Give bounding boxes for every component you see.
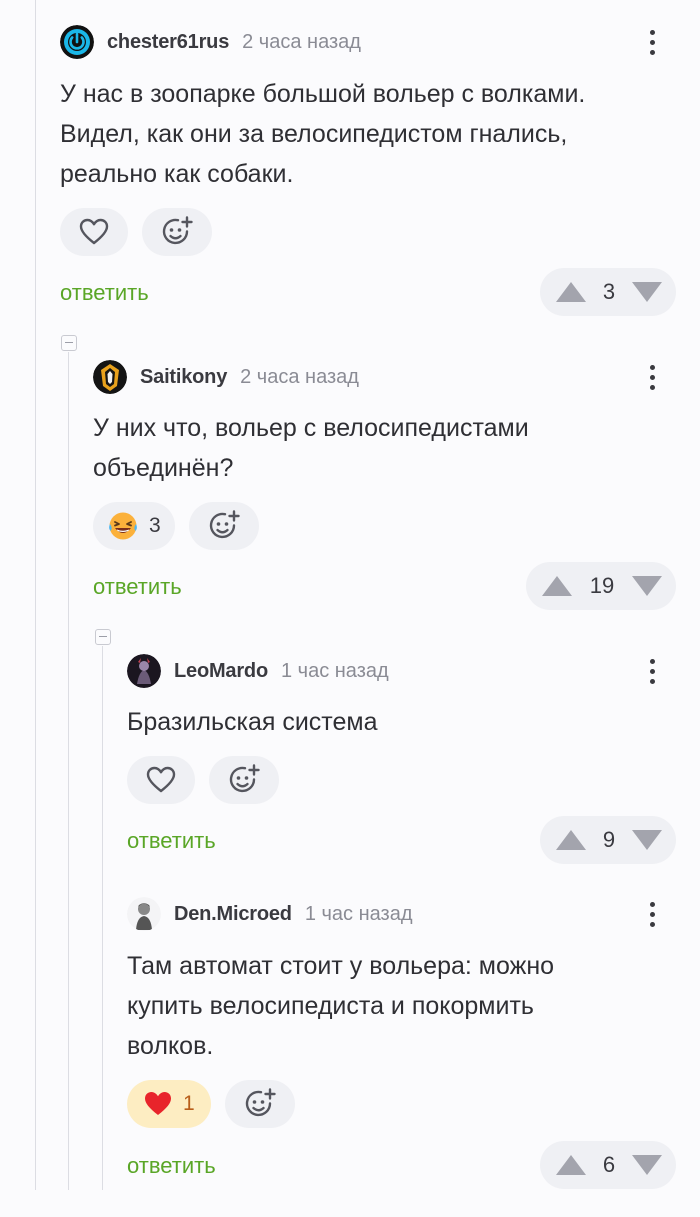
like-button[interactable]: 1 — [127, 1080, 211, 1128]
username[interactable]: Den.Microed — [174, 903, 292, 926]
heart-filled-icon — [145, 1092, 171, 1115]
thread-line — [35, 0, 36, 1190]
downvote-icon[interactable] — [632, 1155, 662, 1175]
add-reaction-button[interactable] — [224, 1080, 295, 1128]
vote-score: 19 — [589, 573, 615, 598]
username[interactable]: chester61rus — [107, 31, 229, 54]
avatar[interactable] — [93, 360, 127, 394]
comment-header: Saitikony 2 часа назад — [93, 359, 359, 395]
reaction-count: 3 — [149, 514, 161, 537]
add-reaction-button[interactable] — [209, 756, 279, 804]
comment-text: Бразильская система — [127, 708, 378, 736]
comment-time: 2 часа назад — [240, 365, 359, 388]
comment-text: У них что, вольер с велосипедистами объе… — [93, 414, 529, 482]
username[interactable]: LeoMardo — [174, 660, 268, 683]
vote-widget: 6 — [540, 1141, 676, 1189]
comment-text: Там автомат стоит у вольера: можно купит… — [127, 952, 555, 1060]
reply-button[interactable]: ответить — [127, 828, 216, 854]
vote-score: 9 — [602, 827, 616, 852]
add-reaction-button[interactable] — [142, 208, 212, 256]
reaction-laugh-button[interactable]: 3 — [93, 502, 175, 550]
comment-header: chester61rus 2 часа назад — [60, 24, 361, 60]
more-options-icon[interactable] — [640, 24, 664, 60]
avatar[interactable] — [127, 897, 161, 931]
add-emoji-icon — [162, 216, 193, 245]
reply-button[interactable]: ответить — [93, 574, 182, 600]
collapse-thread-button[interactable] — [61, 335, 77, 351]
vote-score: 6 — [602, 1152, 616, 1177]
reactions — [60, 208, 212, 256]
more-options-icon[interactable] — [640, 359, 664, 395]
like-button[interactable] — [60, 208, 128, 256]
add-emoji-icon — [245, 1088, 276, 1117]
vote-widget: 3 — [540, 268, 676, 316]
more-options-icon[interactable] — [640, 653, 664, 689]
reply-button[interactable]: ответить — [127, 1153, 216, 1179]
reactions — [127, 756, 279, 804]
upvote-icon[interactable] — [556, 282, 586, 302]
upvote-icon[interactable] — [542, 576, 572, 596]
avatar[interactable] — [60, 25, 94, 59]
thread-line — [68, 352, 69, 1190]
add-reaction-button[interactable] — [188, 502, 259, 550]
upvote-icon[interactable] — [556, 830, 586, 850]
comment-header: LeoMardo 1 час назад — [127, 653, 389, 689]
collapse-thread-button[interactable] — [95, 629, 111, 645]
username[interactable]: Saitikony — [140, 366, 227, 389]
comment-time: 1 час назад — [280, 659, 389, 682]
reaction-count: 1 — [183, 1092, 195, 1115]
thread-line — [102, 646, 103, 1190]
comment-time: 2 часа назад — [242, 30, 361, 53]
downvote-icon[interactable] — [631, 576, 662, 596]
reactions: 1 — [127, 1080, 295, 1128]
heart-outline-icon — [79, 218, 109, 245]
downvote-icon[interactable] — [632, 282, 662, 302]
like-button[interactable] — [127, 756, 195, 804]
upvote-icon[interactable] — [556, 1155, 586, 1175]
add-emoji-icon — [229, 764, 260, 793]
comment-time: 1 час назад — [304, 902, 413, 925]
vote-score: 3 — [602, 279, 616, 304]
heart-outline-icon — [146, 766, 176, 793]
avatar[interactable] — [127, 654, 161, 688]
comment-header: Den.Microed 1 час назад — [127, 896, 413, 932]
laughing-emoji-icon — [109, 512, 137, 540]
downvote-icon[interactable] — [632, 830, 662, 850]
reactions: 3 — [93, 502, 259, 550]
comment-text: У нас в зоопарке большой вольер с волкам… — [60, 80, 586, 188]
vote-widget: 19 — [526, 562, 676, 610]
more-options-icon[interactable] — [640, 896, 664, 932]
add-emoji-icon — [209, 510, 240, 539]
reply-button[interactable]: ответить — [60, 280, 149, 306]
vote-widget: 9 — [540, 816, 676, 864]
